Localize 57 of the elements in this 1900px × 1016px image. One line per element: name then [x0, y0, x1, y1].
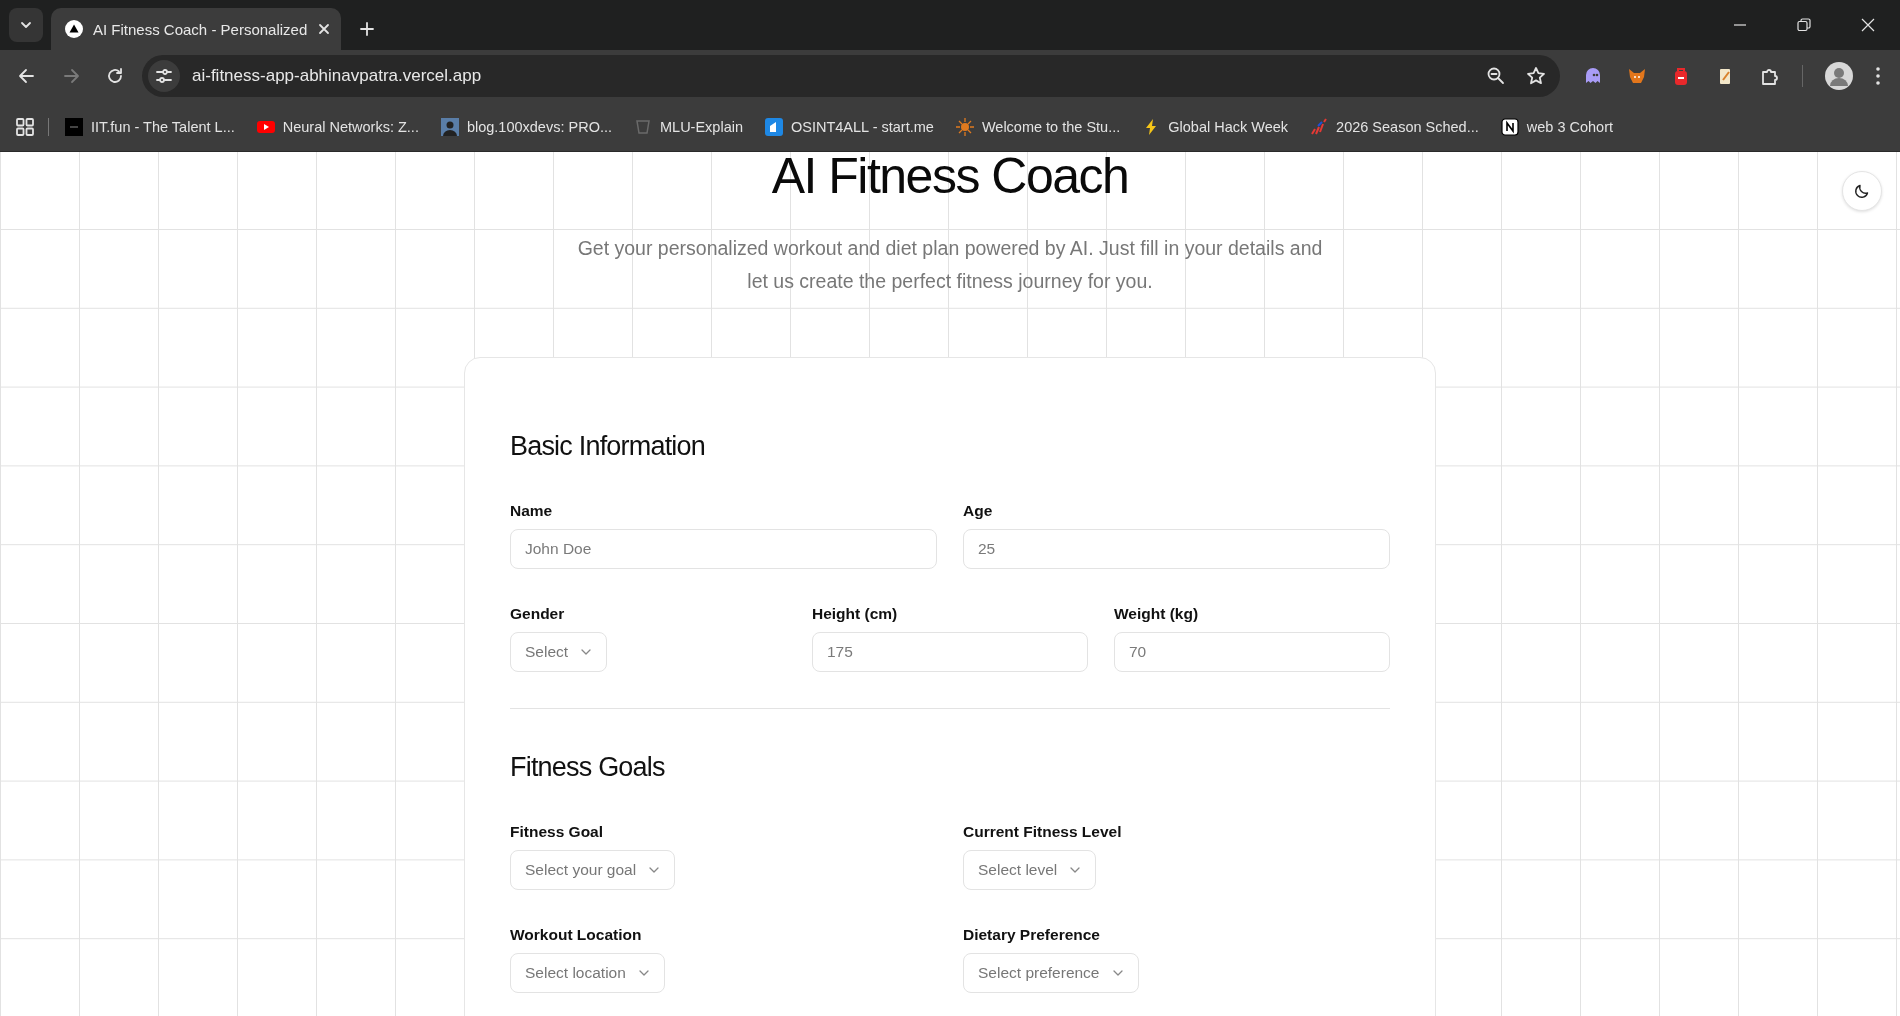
- select-dropdown[interactable]: Select level: [963, 850, 1097, 890]
- close-icon[interactable]: [1860, 17, 1876, 33]
- select-dropdown[interactable]: Select your goal: [510, 850, 676, 890]
- apps-grid-icon[interactable]: [16, 117, 34, 136]
- plus-icon[interactable]: [359, 21, 375, 37]
- field-label: Height (cm): [812, 605, 898, 623]
- tab-search-button[interactable]: [9, 8, 43, 42]
- square-logo-icon: [65, 117, 83, 136]
- bookmark-link[interactable]: OSINT4ALL - start.me: [791, 118, 934, 135]
- bookmark-link[interactable]: IIT.fun - The Talent L...: [91, 118, 235, 135]
- bookmark-link[interactable]: web 3 Cohort: [1526, 118, 1613, 135]
- theme-toggle-button[interactable]: [1842, 171, 1882, 211]
- tab-title: AI Fitness Coach - Personalized: [93, 20, 308, 38]
- bookmark-link[interactable]: 2026 Season Sched...: [1336, 118, 1479, 135]
- field-label: Dietary Preference: [963, 926, 1100, 944]
- page-subtitle: Get your personalized workout and diet plan powered by AI. Just fill in your details and let us create the perfect fitness journey for you.: [576, 236, 1324, 294]
- field-label: Weight (kg): [1114, 605, 1199, 623]
- bookmark-link[interactable]: MLU-Explain: [660, 118, 743, 135]
- sun-icon: [955, 117, 974, 136]
- profile-avatar-icon[interactable]: [1825, 62, 1853, 90]
- section-heading: Fitness Goals: [510, 751, 666, 783]
- moon-icon: [1854, 183, 1870, 199]
- field-label: Workout Location: [510, 926, 642, 944]
- tile-icon: [765, 117, 783, 136]
- text-input[interactable]: John Doe: [510, 529, 937, 569]
- select-dropdown[interactable]: Select location: [510, 953, 665, 993]
- triangle-logo-icon: [65, 20, 83, 38]
- page-title: AI Fitness Coach: [771, 152, 1129, 206]
- bookmark-link[interactable]: blog.100xdevs: PRO...: [466, 118, 612, 135]
- more-menu-icon[interactable]: [1875, 66, 1881, 86]
- bar-logo-icon: [1310, 117, 1329, 136]
- text-input[interactable]: 70: [1114, 632, 1390, 672]
- bookmark-link[interactable]: Neural Networks: Z...: [282, 118, 419, 135]
- field-label: Fitness Goal: [510, 823, 604, 841]
- zoom-out-icon[interactable]: [1486, 66, 1506, 86]
- star-icon[interactable]: [1526, 66, 1546, 86]
- section-heading: Basic Information: [510, 430, 706, 462]
- site-info-button[interactable]: [148, 60, 180, 92]
- sliders-icon: [155, 67, 173, 85]
- url-text: ai-fitness-app-abhinavpatra.vercel.app: [192, 66, 482, 86]
- select-dropdown[interactable]: Select: [510, 632, 608, 672]
- browser-tab[interactable]: AI Fitness Coach - Personalized: [51, 8, 341, 50]
- field-label: Current Fitness Level: [963, 823, 1122, 841]
- field-label: Age: [963, 502, 993, 520]
- restore-icon[interactable]: [1796, 17, 1812, 33]
- text-input[interactable]: 175: [812, 632, 1088, 672]
- address-bar[interactable]: ai-fitness-app-abhinavpatra.vercel.app: [142, 55, 1560, 97]
- field-label: Gender: [510, 605, 565, 623]
- field-label: Name: [510, 502, 553, 520]
- person-avatar-icon: [440, 117, 459, 136]
- text-input[interactable]: 25: [963, 529, 1390, 569]
- bookmark-link[interactable]: Welcome to the Stu...: [981, 118, 1121, 135]
- outline-logo-icon: [634, 117, 652, 136]
- close-icon[interactable]: [317, 22, 332, 36]
- n-logo-icon: [1500, 117, 1519, 136]
- bookmark-link[interactable]: Global Hack Week: [1168, 118, 1289, 135]
- select-dropdown[interactable]: Select preference: [963, 953, 1139, 993]
